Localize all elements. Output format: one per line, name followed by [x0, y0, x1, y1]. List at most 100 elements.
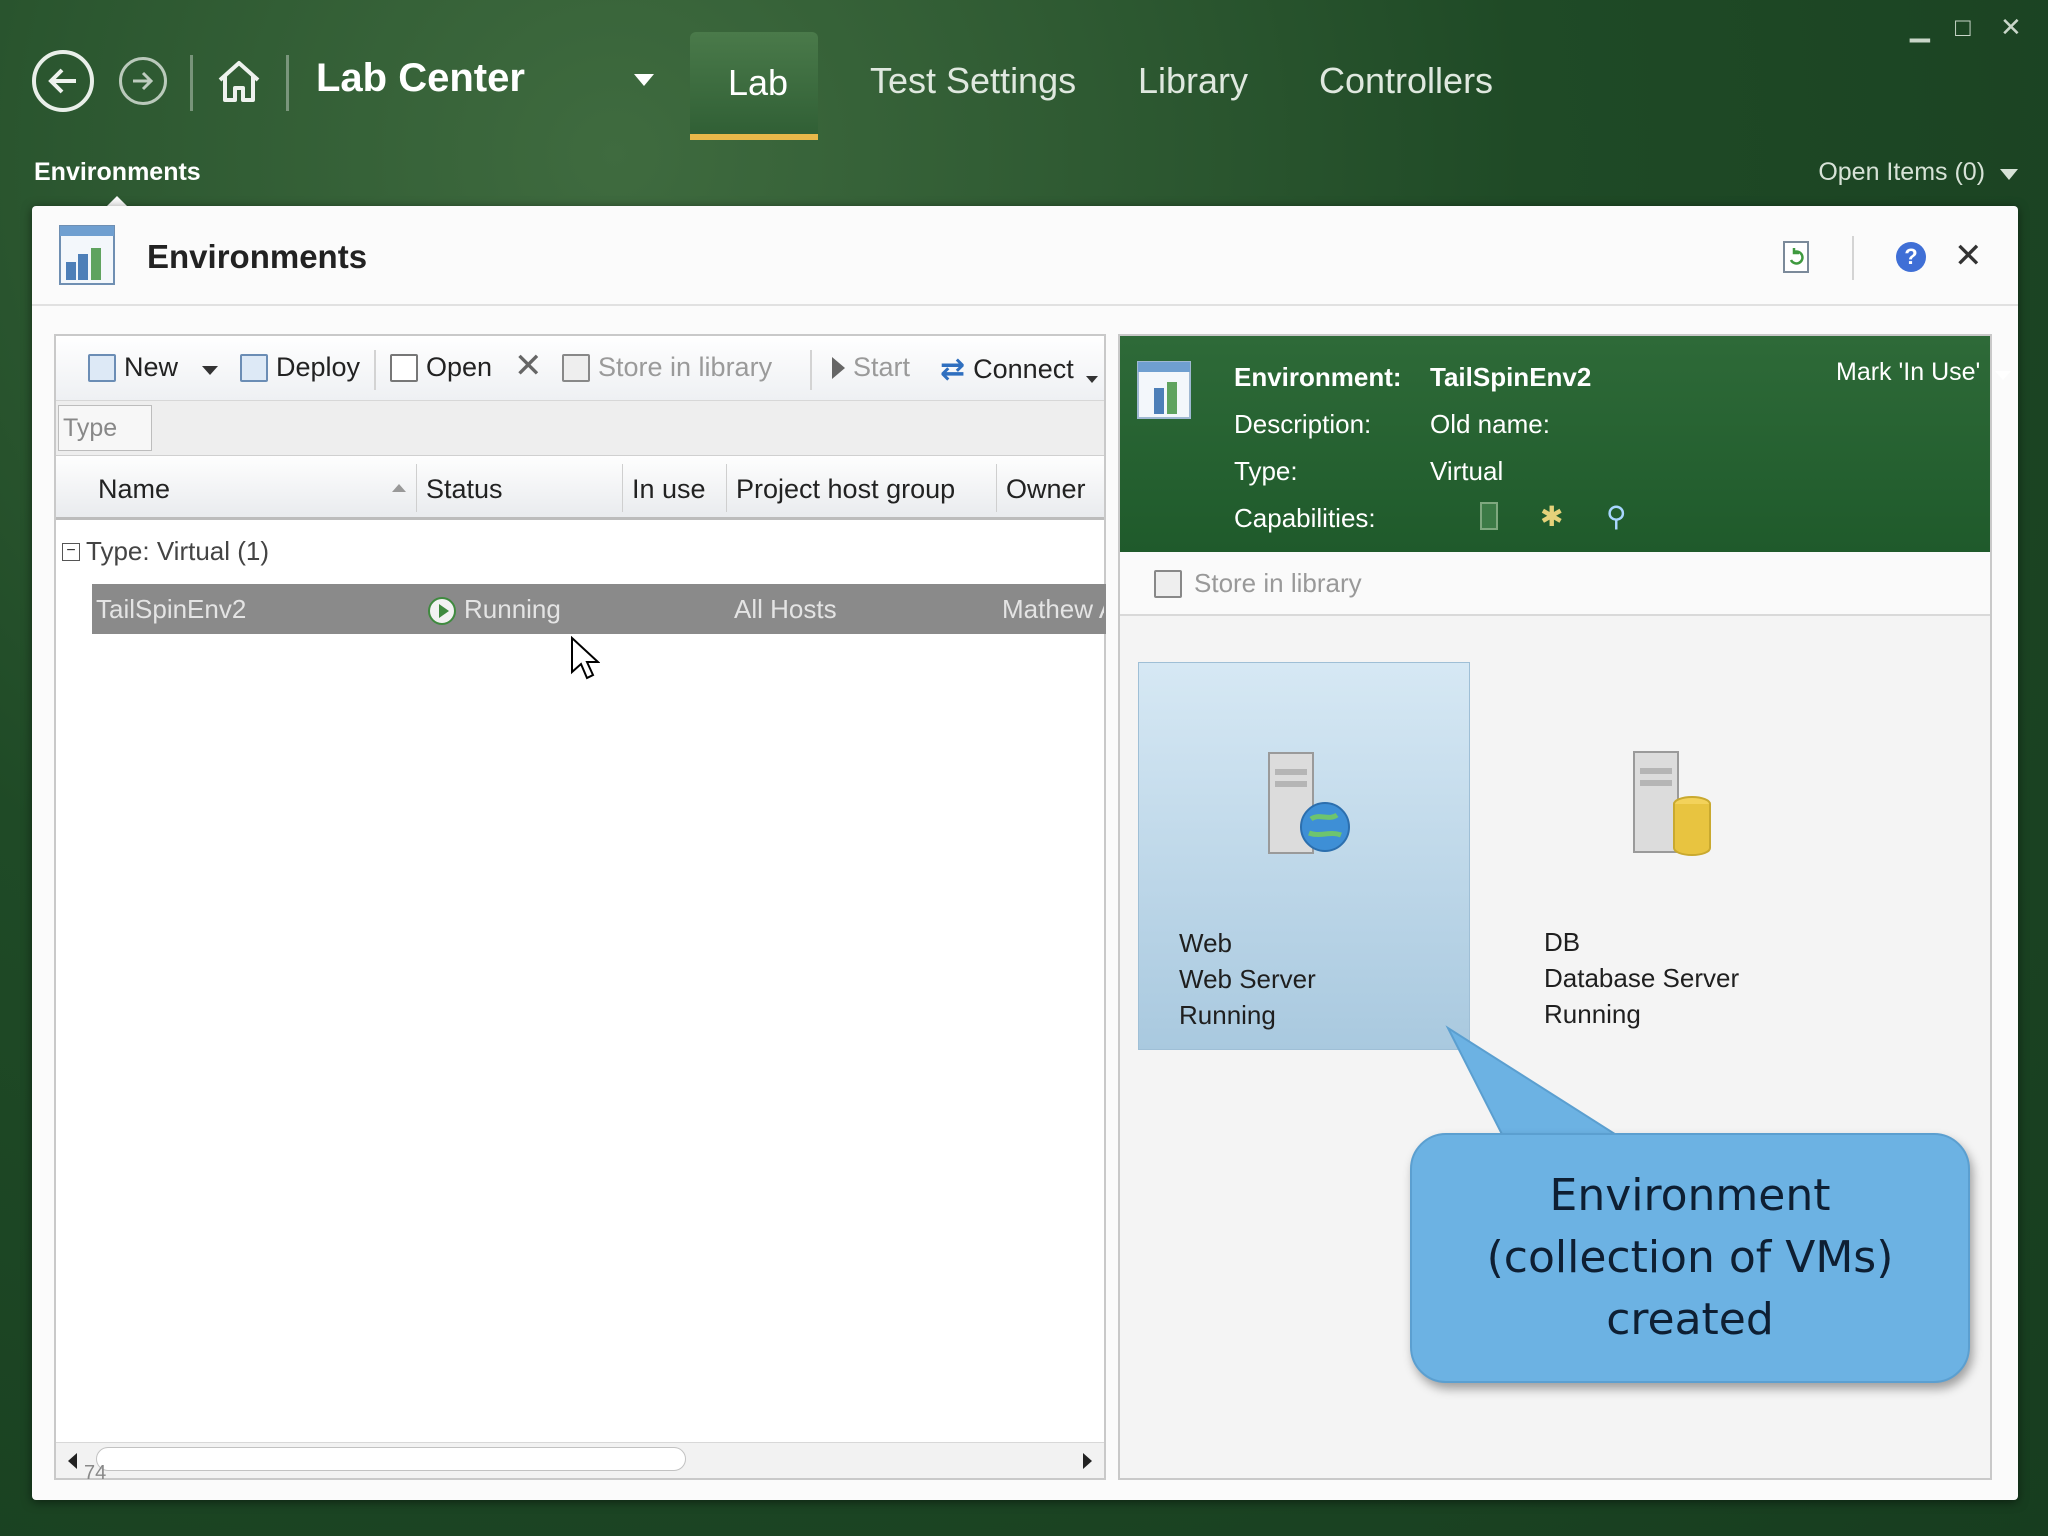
cell-status: Running — [428, 594, 561, 626]
capability-snapshot-icon: ✱ — [1540, 501, 1564, 532]
environment-label: Environment: — [1234, 362, 1402, 392]
store-in-library-label: Store in library — [1194, 568, 1362, 598]
scrollbar-thumb[interactable] — [96, 1447, 686, 1471]
cell-status-text: Running — [464, 594, 561, 624]
home-icon — [218, 61, 260, 102]
delete-icon[interactable]: ✕ — [514, 346, 543, 386]
open-items-label: Open Items (0) — [1818, 158, 1986, 186]
environments-grid: New Deploy Open ✕ Store in library Start — [54, 334, 1106, 1480]
group-row-virtual[interactable]: − Type: Virtual (1) — [62, 536, 269, 567]
maximize-button[interactable]: □ — [1955, 12, 1971, 43]
capabilities-label: Capabilities: — [1234, 503, 1376, 533]
close-panel-icon[interactable]: ✕ — [1954, 236, 1983, 276]
machine-tile-db[interactable]: DB Database Server Running — [1504, 662, 1836, 1050]
back-button[interactable] — [32, 50, 94, 112]
machine-tile-web[interactable]: Web Web Server Running — [1138, 662, 1470, 1050]
column-status[interactable]: Status — [426, 474, 503, 505]
details-toolbar: Store in library — [1120, 552, 1990, 616]
description-value: Old name: — [1430, 409, 1550, 439]
store-in-library-button[interactable]: Store in library — [562, 352, 772, 383]
connect-label: Connect — [973, 354, 1074, 384]
mouse-cursor-icon — [570, 635, 601, 687]
connect-button[interactable]: ⇄ Connect — [940, 352, 1074, 387]
tab-label: Lab — [728, 62, 789, 103]
deploy-icon — [240, 353, 268, 382]
column-project-host-group[interactable]: Project host group — [736, 474, 955, 505]
forward-button[interactable] — [119, 57, 167, 105]
forward-arrow-icon — [133, 71, 154, 91]
chevron-down-icon — [1995, 371, 2012, 380]
column-in-use[interactable]: In use — [632, 474, 706, 505]
sort-ascending-icon — [392, 484, 406, 492]
environment-info-header: Environment: TailSpinEnv2 Description: O… — [1120, 336, 2012, 552]
column-owner[interactable]: Owner — [1006, 474, 1086, 505]
details-store-in-library-button[interactable]: Store in library — [1154, 568, 1362, 599]
type-label: Type: — [1234, 456, 1298, 486]
mark-in-use-dropdown[interactable]: Mark 'In Use' — [1836, 358, 2012, 387]
collapse-icon[interactable]: − — [62, 542, 80, 561]
capability-vm-icon — [1480, 502, 1498, 530]
store-label: Store in library — [598, 352, 773, 382]
database-server-icon — [1628, 748, 1718, 863]
description-label: Description: — [1234, 409, 1372, 439]
column-separator — [996, 464, 997, 512]
start-label: Start — [853, 352, 911, 382]
cell-owner: Mathew A — [1002, 594, 1104, 624]
scroll-left-icon[interactable] — [68, 1453, 77, 1469]
callout-annotation: Environment (collection of VMs) created — [1410, 1133, 1970, 1383]
store-icon — [1154, 569, 1182, 598]
machine-role: Web Server — [1179, 964, 1316, 994]
new-button[interactable]: New — [88, 352, 178, 383]
open-button[interactable]: Open — [390, 352, 492, 383]
tab-test-settings[interactable]: Test Settings — [870, 60, 1076, 102]
connect-icon: ⇄ — [940, 353, 966, 386]
environment-value: TailSpinEnv2 — [1430, 362, 1592, 392]
column-name[interactable]: Name — [98, 474, 170, 505]
toolbar-separator — [374, 350, 376, 390]
open-items-dropdown[interactable]: Open Items (0) — [1818, 158, 2018, 187]
tab-controllers[interactable]: Controllers — [1319, 60, 1493, 102]
nav-separator — [190, 55, 193, 111]
table-row[interactable]: TailSpinEnv2 Running All Hosts Mathew A — [92, 584, 1106, 634]
minimize-button[interactable]: ▁ — [1910, 12, 1930, 43]
web-server-icon — [1263, 749, 1353, 864]
open-icon — [390, 353, 418, 382]
nav-separator — [286, 55, 289, 111]
column-separator — [622, 464, 623, 512]
machine-role: Database Server — [1544, 963, 1740, 993]
new-dropdown-icon[interactable] — [202, 366, 218, 375]
group-chip-type[interactable]: Type — [58, 405, 152, 451]
start-icon — [832, 356, 845, 379]
tab-library[interactable]: Library — [1138, 60, 1248, 102]
open-label: Open — [426, 352, 493, 382]
horizontal-scrollbar[interactable] — [56, 1442, 1104, 1478]
mark-in-use-label: Mark 'In Use' — [1836, 358, 1981, 386]
deploy-label: Deploy — [276, 352, 361, 382]
tab-lab[interactable]: Lab — [690, 32, 818, 140]
scroll-right-icon[interactable] — [1083, 1453, 1092, 1469]
page-number: 74 — [84, 1462, 107, 1484]
breadcrumb[interactable]: Environments — [34, 158, 201, 187]
column-separator — [726, 464, 727, 512]
group-by-bar: Type — [56, 400, 1104, 456]
close-window-button[interactable]: ✕ — [2000, 12, 2022, 43]
column-header-row: Name Status In use Project host group Ow… — [56, 456, 1104, 520]
group-row-label: Type: Virtual (1) — [86, 536, 270, 566]
start-button[interactable]: Start — [832, 352, 910, 383]
machine-info: Web Web Server Running — [1179, 925, 1316, 1033]
machine-status: Running — [1179, 1000, 1276, 1030]
toolbar-overflow-icon[interactable] — [1086, 376, 1098, 383]
home-button[interactable] — [214, 56, 264, 111]
column-separator — [416, 464, 417, 512]
app-menu-dropdown-icon[interactable] — [634, 74, 654, 86]
back-arrow-icon — [48, 68, 76, 94]
deploy-button[interactable]: Deploy — [240, 352, 360, 383]
machine-info: DB Database Server Running — [1544, 924, 1739, 1032]
new-environment-icon — [88, 353, 116, 382]
cell-host-group: All Hosts — [734, 594, 837, 624]
app-title: Lab Center — [316, 56, 525, 100]
help-icon[interactable]: ? — [1896, 242, 1926, 272]
panel-header: Environments ? ✕ — [32, 206, 2018, 306]
refresh-icon[interactable] — [1782, 240, 1812, 279]
toolbar-separator — [810, 350, 812, 390]
